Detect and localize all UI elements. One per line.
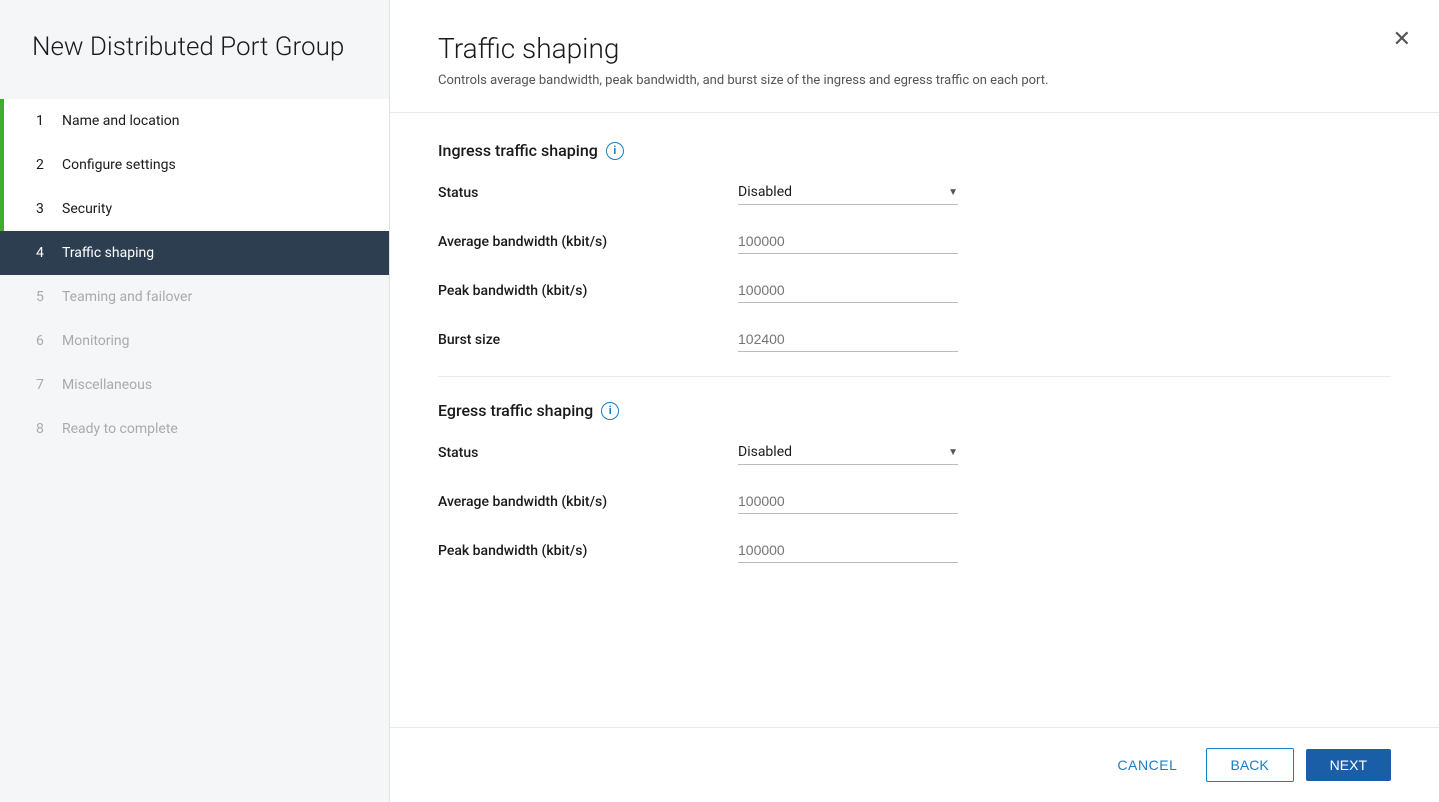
- content-body: Ingress traffic shaping i Status Disable…: [390, 113, 1439, 727]
- ingress-info-icon[interactable]: i: [606, 142, 624, 160]
- egress-info-icon[interactable]: i: [601, 402, 619, 420]
- egress-peak-bw-row: Peak bandwidth (kbit/s): [438, 538, 1391, 567]
- ingress-peak-bw-row: Peak bandwidth (kbit/s): [438, 278, 1391, 307]
- ingress-burst-row: Burst size: [438, 327, 1391, 356]
- step-num: 1: [36, 113, 50, 129]
- step-item-5: 5 Teaming and failover: [0, 275, 389, 319]
- modal-dialog: New Distributed Port Group 1 Name and loc…: [0, 0, 1439, 802]
- ingress-avg-bw-label: Average bandwidth (kbit/s): [438, 234, 738, 250]
- ingress-status-arrow: ▼: [948, 187, 958, 198]
- egress-peak-bw-label: Peak bandwidth (kbit/s): [438, 543, 738, 559]
- ingress-status-row: Status Disabled ▼: [438, 180, 1391, 209]
- step-label: Name and location: [62, 113, 180, 129]
- step-label: Teaming and failover: [62, 289, 192, 305]
- steps-list: 1 Name and location 2 Configure settings 3 Se…: [0, 99, 389, 451]
- step-num: 6: [36, 333, 50, 349]
- egress-section-title: Egress traffic shaping i: [438, 401, 1391, 420]
- egress-peak-bw-input[interactable]: [738, 538, 958, 563]
- wizard-title: New Distributed Port Group: [0, 0, 389, 91]
- ingress-section-title: Ingress traffic shaping i: [438, 141, 1391, 160]
- egress-status-arrow: ▼: [948, 447, 958, 458]
- ingress-avg-bw-input[interactable]: [738, 229, 958, 254]
- page-title: Traffic shaping: [438, 32, 1391, 65]
- egress-peak-bw-control: [738, 538, 958, 563]
- step-item-8: 8 Ready to complete: [0, 407, 389, 451]
- ingress-avg-bw-row: Average bandwidth (kbit/s): [438, 229, 1391, 258]
- step-num: 5: [36, 289, 50, 305]
- ingress-peak-bw-label: Peak bandwidth (kbit/s): [438, 283, 738, 299]
- step-num: 2: [36, 157, 50, 173]
- close-button[interactable]: ✕: [1393, 28, 1411, 50]
- step-num: 4: [36, 245, 50, 261]
- step-num: 3: [36, 201, 50, 217]
- ingress-burst-label: Burst size: [438, 332, 738, 348]
- step-label: Configure settings: [62, 157, 176, 173]
- ingress-burst-control: [738, 327, 958, 352]
- page-description: Controls average bandwidth, peak bandwid…: [438, 73, 1338, 88]
- egress-status-row: Status Disabled ▼: [438, 440, 1391, 469]
- cancel-button[interactable]: CANCEL: [1101, 749, 1193, 781]
- main-content: Traffic shaping Controls average bandwid…: [390, 0, 1439, 802]
- egress-avg-bw-label: Average bandwidth (kbit/s): [438, 494, 738, 510]
- step-label: Traffic shaping: [62, 245, 154, 261]
- ingress-burst-input[interactable]: [738, 327, 958, 352]
- step-item-7: 7 Miscellaneous: [0, 363, 389, 407]
- step-item-1[interactable]: 1 Name and location: [0, 99, 389, 143]
- ingress-avg-bw-control: [738, 229, 958, 254]
- section-divider: [438, 376, 1391, 377]
- step-item-3[interactable]: 3 Security: [0, 187, 389, 231]
- egress-avg-bw-row: Average bandwidth (kbit/s): [438, 489, 1391, 518]
- egress-status-value: Disabled: [738, 444, 944, 460]
- step-label: Monitoring: [62, 333, 130, 349]
- egress-status-control: Disabled ▼: [738, 440, 958, 465]
- back-button[interactable]: BACK: [1206, 748, 1294, 782]
- step-item-6: 6 Monitoring: [0, 319, 389, 363]
- step-num: 8: [36, 421, 50, 437]
- step-item-4[interactable]: 4 Traffic shaping: [0, 231, 389, 275]
- ingress-status-label: Status: [438, 185, 738, 201]
- step-label: Miscellaneous: [62, 377, 152, 393]
- ingress-status-value: Disabled: [738, 184, 944, 200]
- step-item-2[interactable]: 2 Configure settings: [0, 143, 389, 187]
- step-num: 7: [36, 377, 50, 393]
- egress-avg-bw-input[interactable]: [738, 489, 958, 514]
- next-button[interactable]: NEXT: [1306, 749, 1391, 781]
- ingress-peak-bw-control: [738, 278, 958, 303]
- egress-status-label: Status: [438, 445, 738, 461]
- step-label: Ready to complete: [62, 421, 178, 437]
- ingress-status-select[interactable]: Disabled ▼: [738, 180, 958, 205]
- sidebar: New Distributed Port Group 1 Name and loc…: [0, 0, 390, 802]
- egress-avg-bw-control: [738, 489, 958, 514]
- ingress-peak-bw-input[interactable]: [738, 278, 958, 303]
- egress-status-select[interactable]: Disabled ▼: [738, 440, 958, 465]
- ingress-status-control: Disabled ▼: [738, 180, 958, 205]
- footer: CANCEL BACK NEXT: [390, 727, 1439, 802]
- step-label: Security: [62, 201, 112, 217]
- content-header: Traffic shaping Controls average bandwid…: [390, 0, 1439, 113]
